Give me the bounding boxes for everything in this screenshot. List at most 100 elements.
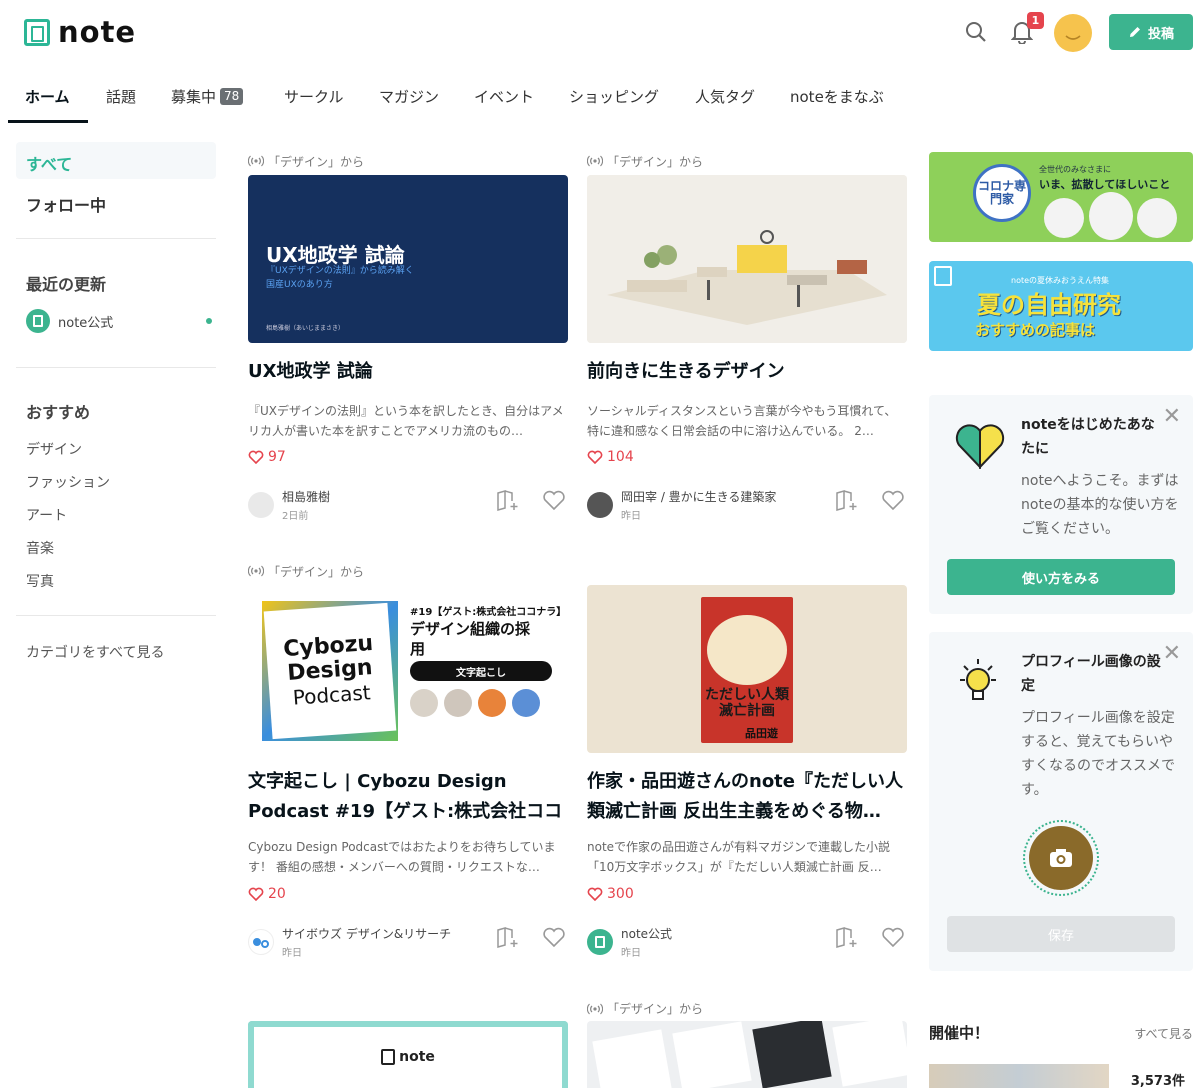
profile-image-upload[interactable] bbox=[1023, 820, 1099, 896]
card-source: 「デザイン」から bbox=[587, 1000, 907, 1017]
events-heading: 開催中！ bbox=[929, 1024, 990, 1042]
user-avatar[interactable] bbox=[1054, 14, 1092, 52]
welcome-body: noteへようこそ。まずはnoteの基本的な使い方をご覧ください。 bbox=[1021, 473, 1179, 537]
tab-magazine[interactable]: マガジン bbox=[379, 86, 439, 107]
author-avatar bbox=[587, 929, 613, 955]
tab-recruiting[interactable]: 募集中 78 bbox=[171, 86, 244, 107]
add-to-magazine-icon[interactable] bbox=[835, 489, 859, 511]
card-thumbnail[interactable]: Cybozu Design Podcast #19【ゲスト:株式会社ココナラ】 … bbox=[248, 585, 568, 753]
broadcast-icon bbox=[248, 155, 264, 167]
card-source-label: 「デザイン」から bbox=[607, 1002, 704, 1016]
banner1-title: コロナ専門家 bbox=[973, 164, 1031, 222]
card-title[interactable]: 前向きに生きるデザイン bbox=[587, 357, 907, 387]
note-logo[interactable]: note bbox=[24, 17, 136, 47]
article-card[interactable]: 「デザイン」から 前向きに生きるデザイン ソーシャルディスタンスという言葉が今や… bbox=[587, 153, 907, 523]
broadcast-icon bbox=[587, 155, 603, 167]
tab-popular-tags[interactable]: 人気タグ bbox=[695, 86, 755, 107]
sidebar-category-art[interactable]: アート bbox=[26, 505, 67, 525]
like-count-value: 97 bbox=[268, 449, 286, 465]
post-date: 昨日 bbox=[621, 948, 641, 959]
article-card[interactable]: 「デザイン」から UX地政学 試論 『UXデザインの法則』から読み解く 国産UX… bbox=[248, 153, 568, 523]
tab-label: noteをまなぶ bbox=[790, 88, 884, 106]
save-button[interactable]: 保存 bbox=[947, 916, 1175, 952]
like-button-icon[interactable] bbox=[881, 489, 905, 511]
tab-circle[interactable]: サークル bbox=[284, 86, 344, 107]
like-count-value: 20 bbox=[268, 886, 286, 902]
banner1-text2: いま、拡散してほしいこと bbox=[1039, 178, 1171, 191]
profile-body: プロフィール画像を設定すると、覚えてもらいやすくなるのでオススメです。 bbox=[1021, 710, 1175, 798]
how-to-use-button[interactable]: 使い方をみる bbox=[947, 559, 1175, 595]
thumb-subtitle: 『UXデザインの法則』から読み解く bbox=[266, 266, 414, 276]
card-author[interactable]: サイボウズ デザイン&リサーチ 昨日 bbox=[248, 925, 451, 959]
card-excerpt: ソーシャルディスタンスという言葉が今やもう耳慣れて、特に違和感なく日常会話の中に… bbox=[587, 404, 897, 438]
logo-text: note bbox=[58, 15, 137, 49]
profile-title: プロフィール画像の設定 bbox=[1021, 654, 1161, 694]
author-name: 岡田宰 / 豊かに生きる建築家 bbox=[621, 490, 777, 504]
post-date: 昨日 bbox=[621, 511, 641, 522]
recent-heading: 最近の更新 bbox=[26, 275, 107, 294]
card-thumbnail[interactable]: ただしい人類滅亡計画 品田遊 bbox=[587, 585, 907, 753]
note-official-icon bbox=[26, 309, 50, 333]
book-author: 品田遊 bbox=[745, 727, 778, 740]
card-title[interactable]: 作家・品田遊さんのnote『ただしい人類滅亡計画 反出生主義をめぐる物… bbox=[587, 767, 907, 827]
search-icon[interactable] bbox=[960, 16, 992, 48]
card-author[interactable]: 相島雅樹 2日前 bbox=[248, 488, 330, 522]
active-tab-indicator bbox=[8, 120, 88, 123]
article-card-partial[interactable]: note bbox=[248, 1021, 568, 1088]
book-title: ただしい人類滅亡計画 bbox=[705, 687, 789, 719]
tab-event[interactable]: イベント bbox=[474, 86, 534, 107]
card-thumbnail[interactable]: UX地政学 試論 『UXデザインの法則』から読み解く 国産UXのあり方 相島雅樹… bbox=[248, 175, 568, 343]
divider bbox=[16, 615, 216, 616]
covid-banner[interactable]: コロナ専門家 全世代のみなさまに いま、拡散してほしいこと bbox=[929, 152, 1193, 242]
events-see-all-link[interactable]: すべて見る bbox=[1134, 1025, 1193, 1042]
event-item[interactable]: 3,573件 bbox=[929, 1064, 1193, 1088]
card-title[interactable]: UX地政学 試論 bbox=[248, 357, 568, 387]
article-card[interactable]: 「デザイン」から Cybozu Design Podcast #19【ゲスト:株… bbox=[248, 563, 568, 963]
sidebar-category-photo[interactable]: 写真 bbox=[26, 571, 54, 591]
card-author[interactable]: 岡田宰 / 豊かに生きる建築家 昨日 bbox=[587, 488, 776, 522]
author-name: 相島雅樹 bbox=[282, 490, 331, 504]
post-button[interactable]: 投稿 bbox=[1109, 14, 1193, 50]
close-icon[interactable]: ✕ bbox=[1163, 643, 1181, 665]
post-date: 2日前 bbox=[282, 511, 309, 522]
card-author[interactable]: note公式 昨日 bbox=[587, 925, 672, 959]
card-source-label: 「デザイン」から bbox=[268, 154, 365, 169]
tab-topics[interactable]: 話題 bbox=[106, 86, 136, 107]
article-card-partial[interactable]: 「デザイン」から bbox=[587, 1000, 907, 1088]
close-icon[interactable]: ✕ bbox=[1163, 406, 1181, 428]
count-badge: 78 bbox=[220, 88, 244, 105]
like-button-icon[interactable] bbox=[881, 926, 905, 948]
like-count: 20 bbox=[248, 886, 286, 902]
card-source-label: 「デザイン」から bbox=[607, 154, 704, 169]
lightbulb-icon bbox=[955, 656, 1001, 712]
sidebar-item-all[interactable]: すべて bbox=[16, 142, 216, 179]
architecture-illustration bbox=[587, 175, 907, 343]
author-name: サイボウズ デザイン&リサーチ bbox=[282, 927, 452, 941]
like-button-icon[interactable] bbox=[542, 489, 566, 511]
card-thumbnail[interactable] bbox=[587, 1021, 907, 1088]
sidebar-category-music[interactable]: 音楽 bbox=[26, 538, 54, 558]
sidebar-category-fashion[interactable]: ファッション bbox=[26, 472, 110, 492]
tab-learn-note[interactable]: noteをまなぶ bbox=[790, 86, 884, 107]
card-thumbnail[interactable] bbox=[587, 175, 907, 343]
like-button-icon[interactable] bbox=[542, 926, 566, 948]
like-count: 104 bbox=[587, 449, 634, 465]
recent-item-label: note公式 bbox=[58, 315, 114, 331]
tab-label: 募集中 bbox=[171, 88, 217, 106]
article-card[interactable]: ただしい人類滅亡計画 品田遊 作家・品田遊さんのnote『ただしい人類滅亡計画 … bbox=[587, 563, 907, 963]
add-to-magazine-icon[interactable] bbox=[835, 926, 859, 948]
sidebar-category-design[interactable]: デザイン bbox=[26, 439, 82, 459]
card-title[interactable]: 文字起こし | Cybozu Design Podcast #19【ゲスト:株式… bbox=[248, 767, 568, 827]
add-to-magazine-icon[interactable] bbox=[496, 489, 520, 511]
add-to-magazine-icon[interactable] bbox=[496, 926, 520, 948]
podcast-line: Podcast bbox=[292, 680, 372, 710]
author-avatar bbox=[248, 929, 274, 955]
tab-shopping[interactable]: ショッピング bbox=[569, 86, 659, 107]
heart-logo-icon bbox=[955, 423, 1005, 473]
tab-label: ショッピング bbox=[569, 88, 660, 106]
tab-home[interactable]: ホーム bbox=[25, 86, 70, 107]
summer-research-banner[interactable]: noteの夏休みおうえん特集 夏の自由研究 おすすめの記事は bbox=[929, 261, 1193, 351]
see-all-categories-link[interactable]: カテゴリをすべて見る bbox=[26, 642, 164, 662]
recent-item-note-official[interactable]: note公式 bbox=[26, 309, 212, 333]
sidebar-item-following[interactable]: フォロー中 bbox=[26, 192, 106, 216]
